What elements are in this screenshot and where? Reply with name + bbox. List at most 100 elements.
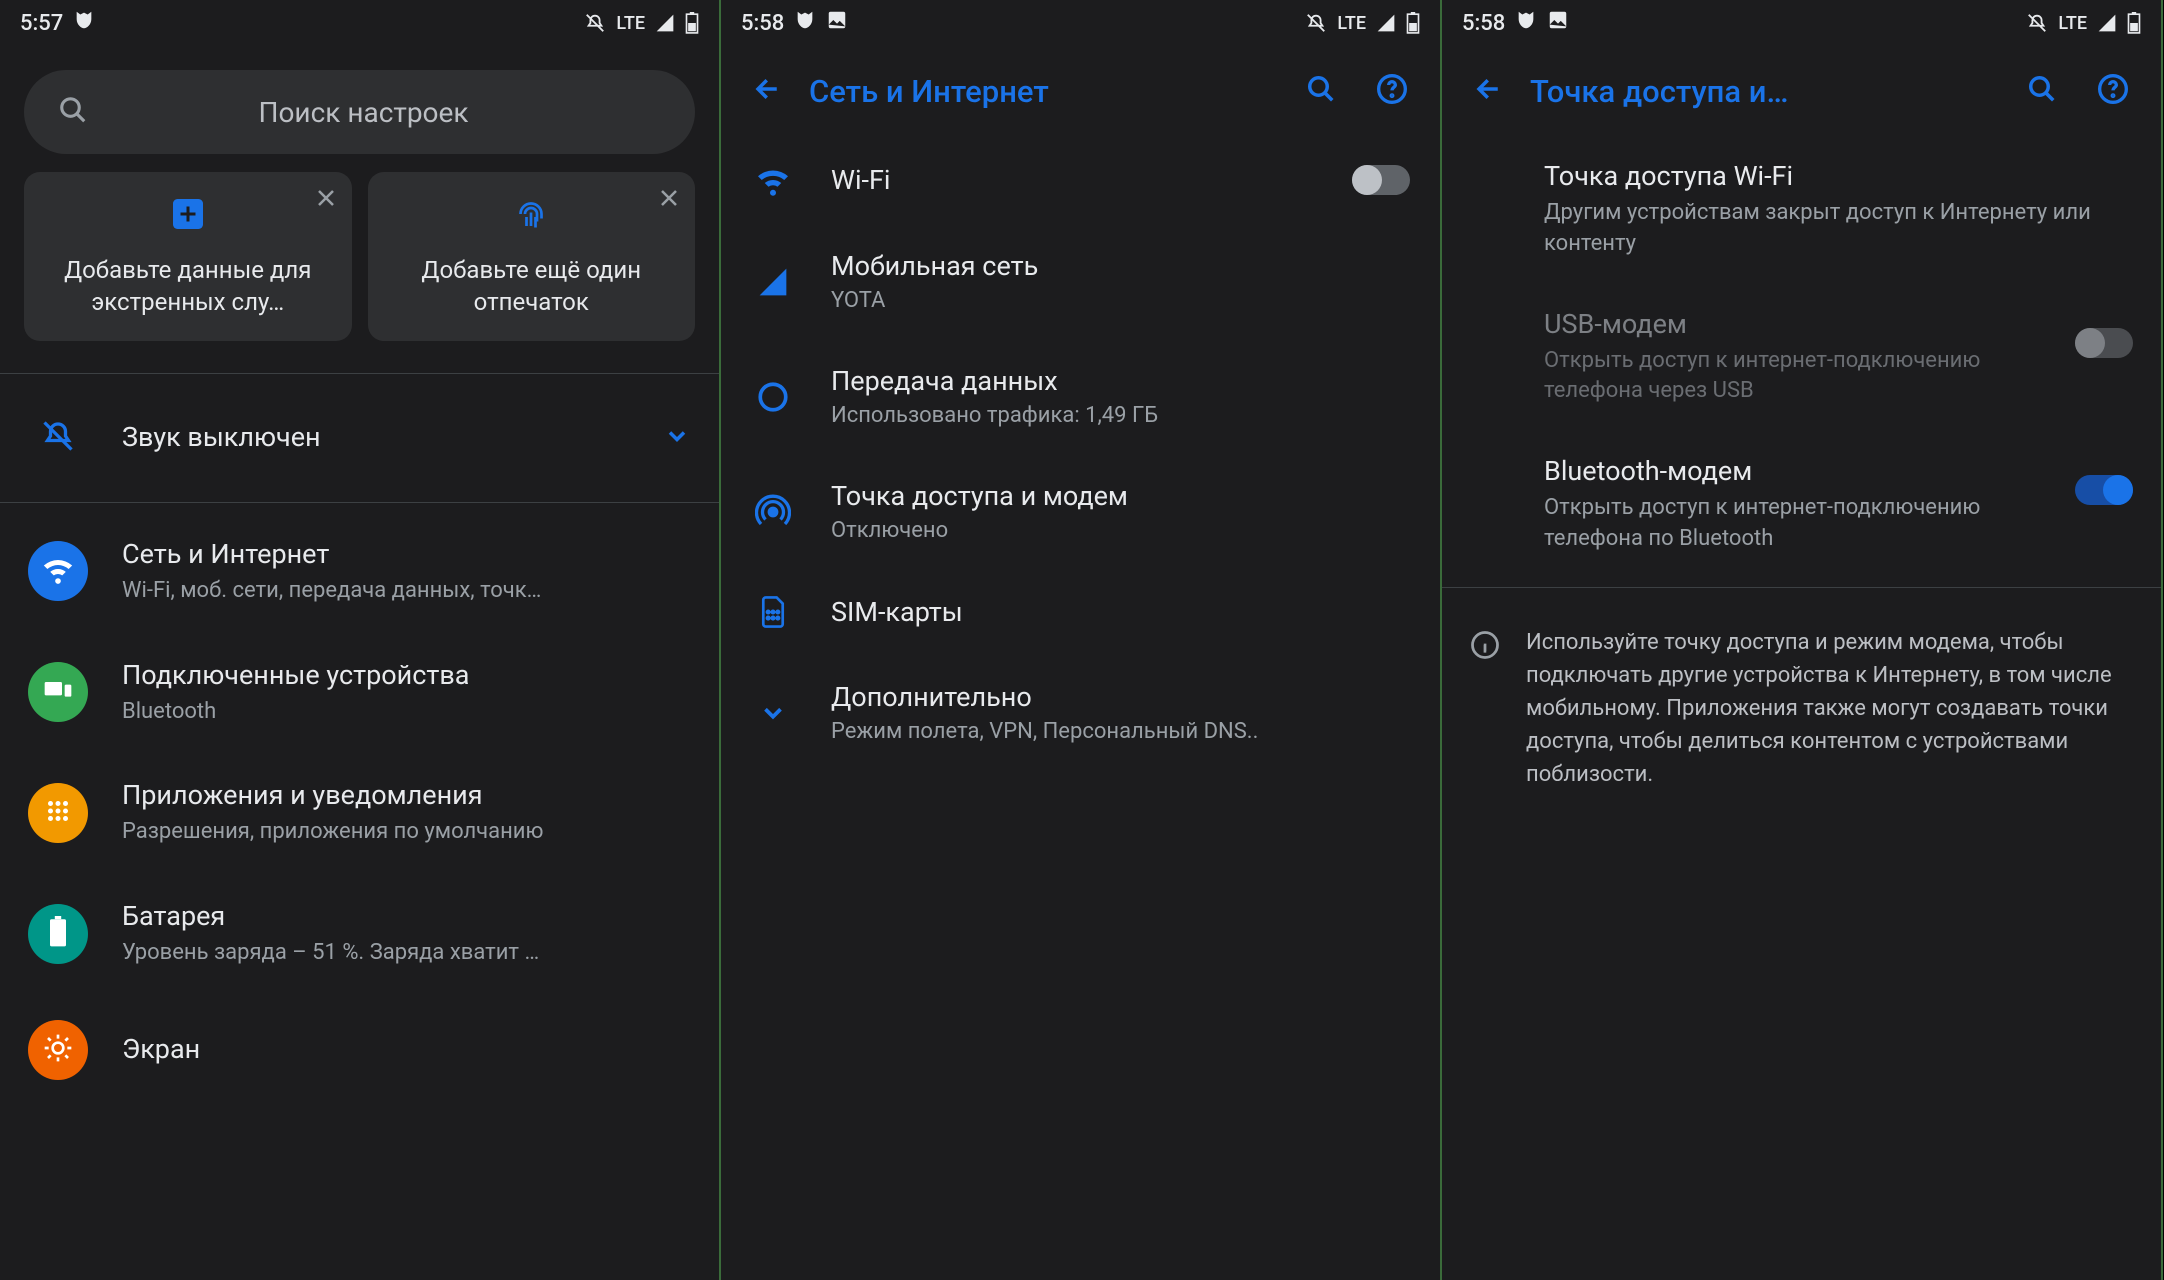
data-usage-icon (751, 380, 795, 414)
search-icon (58, 95, 88, 129)
signal-icon (655, 13, 675, 33)
card-text: Добавьте данные для экстренных слу… (40, 254, 336, 319)
hotspot-wifi-ap[interactable]: Точка доступа Wi-Fi Другим устройствам з… (1442, 136, 2161, 284)
battery-icon (48, 916, 68, 952)
info-icon (1470, 626, 1500, 791)
mute-icon (1305, 12, 1327, 34)
info-text: Используйте точку доступа и режим модема… (1526, 626, 2133, 791)
appbar-title: Сеть и Интернет (809, 73, 1280, 110)
battery-icon (2127, 12, 2141, 34)
help-button[interactable] (2083, 63, 2143, 119)
row-subtitle: Разрешения, приложения по умолчанию (122, 817, 691, 847)
app-bar: Точка доступа и… (1442, 46, 2161, 136)
sim-card-icon (751, 595, 795, 629)
network-item-data-usage[interactable]: Передача данных Использовано трафика: 1,… (721, 339, 1440, 454)
app-bar: Сеть и Интернет (721, 46, 1440, 136)
row-title: Приложения и уведомления (122, 778, 691, 813)
wifi-toggle[interactable] (1352, 165, 1410, 195)
row-title: Точка доступа и модем (831, 480, 1410, 512)
fox-icon (1515, 9, 1537, 37)
search-button[interactable] (2013, 64, 2071, 118)
battery-icon (685, 12, 699, 34)
hotspot-usb-tether: USB-модем Открыть доступ к интернет-подк… (1442, 284, 2161, 432)
settings-item-connected-devices[interactable]: Подключенные устройства Bluetooth (0, 632, 719, 753)
back-button[interactable] (739, 64, 797, 118)
row-subtitle: Bluetooth (122, 697, 691, 727)
row-subtitle: Уровень заряда – 51 %. Заряда хватит … (122, 938, 691, 968)
row-title: Звук выключен (122, 420, 629, 455)
row-subtitle: YOTA (831, 288, 1410, 313)
apps-grid-icon (43, 796, 73, 830)
entry-subtitle: Другим устройствам закрыт доступ к Интер… (1544, 198, 2133, 260)
divider (1442, 587, 2161, 588)
battery-icon (1406, 12, 1420, 34)
hotspot-tethering-screen: 5:58 LTE Точка доступа и… Точка доступа … (1442, 0, 2163, 1280)
network-internet-screen: 5:58 LTE Сеть и Интернет Wi-Fi (721, 0, 1442, 1280)
status-time: 5:58 (741, 11, 784, 36)
close-icon[interactable] (657, 186, 681, 214)
entry-subtitle: Открыть доступ к интернет-подключению те… (1544, 493, 2053, 555)
status-bar: 5:57 LTE (0, 0, 719, 46)
status-bar: 5:58 LTE (721, 0, 1440, 46)
network-label: LTE (1337, 13, 1366, 34)
row-subtitle: Использовано трафика: 1,49 ГБ (831, 403, 1410, 428)
divider (0, 373, 719, 374)
image-icon (1547, 9, 1569, 37)
row-title: Wi-Fi (831, 164, 1316, 196)
fingerprint-icon (513, 196, 549, 236)
status-time: 5:58 (1462, 11, 1505, 36)
row-title: Батарея (122, 899, 691, 934)
wifi-icon (41, 552, 75, 590)
search-settings[interactable]: Поиск настроек (24, 70, 695, 154)
settings-item-display[interactable]: Экран (0, 994, 719, 1080)
mute-icon (2026, 12, 2048, 34)
row-subtitle: Режим полета, VPN, Персональный DNS.. (831, 719, 1410, 744)
entry-title: USB-модем (1544, 308, 2053, 340)
settings-root-screen: 5:57 LTE Поиск настроек (0, 0, 721, 1280)
image-icon (826, 9, 848, 37)
row-title: Сеть и Интернет (122, 537, 691, 572)
sound-muted-row[interactable]: Звук выключен (0, 382, 719, 494)
status-time: 5:57 (20, 11, 63, 36)
entry-title: Bluetooth-модем (1544, 455, 2053, 487)
row-title: SIM-карты (831, 596, 1410, 628)
hotspot-bt-tether[interactable]: Bluetooth-модем Открыть доступ к интерне… (1442, 431, 2161, 579)
medical-plus-icon (170, 196, 206, 236)
row-title: Экран (122, 1032, 691, 1067)
back-button[interactable] (1460, 64, 1518, 118)
row-title: Подключенные устройства (122, 658, 691, 693)
search-button[interactable] (1292, 64, 1350, 118)
bt-tether-toggle[interactable] (2075, 475, 2133, 505)
settings-item-battery[interactable]: Батарея Уровень заряда – 51 %. Заряда хв… (0, 873, 719, 994)
divider (0, 502, 719, 503)
hotspot-icon (751, 494, 795, 530)
signal-icon (1376, 13, 1396, 33)
signal-icon (2097, 13, 2117, 33)
fox-icon (794, 9, 816, 37)
chevron-down-icon (663, 422, 691, 454)
row-title: Дополнительно (831, 681, 1410, 713)
close-icon[interactable] (314, 186, 338, 214)
chevron-down-icon (751, 698, 795, 728)
settings-item-apps-notifications[interactable]: Приложения и уведомления Разрешения, при… (0, 752, 719, 873)
hotspot-info: Используйте точку доступа и режим модема… (1442, 596, 2161, 821)
card-text: Добавьте ещё один отпечаток (384, 254, 680, 319)
network-item-mobile[interactable]: Мобильная сеть YOTA (721, 224, 1440, 339)
network-item-advanced[interactable]: Дополнительно Режим полета, VPN, Персона… (721, 655, 1440, 770)
network-item-hotspot[interactable]: Точка доступа и модем Отключено (721, 454, 1440, 569)
mute-icon (584, 12, 606, 34)
network-label: LTE (2058, 13, 2087, 34)
bell-off-icon (40, 418, 76, 458)
suggestion-card-emergency[interactable]: Добавьте данные для экстренных слу… (24, 172, 352, 341)
network-item-wifi[interactable]: Wi-Fi (721, 136, 1440, 224)
help-button[interactable] (1362, 63, 1422, 119)
search-placeholder: Поиск настроек (116, 96, 661, 129)
row-subtitle: Wi-Fi, моб. сети, передача данных, точк… (122, 576, 691, 606)
row-title: Передача данных (831, 365, 1410, 397)
network-item-sim[interactable]: SIM-карты (721, 569, 1440, 655)
settings-item-network[interactable]: Сеть и Интернет Wi-Fi, моб. сети, переда… (0, 511, 719, 632)
suggestion-card-fingerprint[interactable]: Добавьте ещё один отпечаток (368, 172, 696, 341)
entry-title: Точка доступа Wi-Fi (1544, 160, 2133, 192)
wifi-icon (751, 162, 795, 198)
network-label: LTE (616, 13, 645, 34)
